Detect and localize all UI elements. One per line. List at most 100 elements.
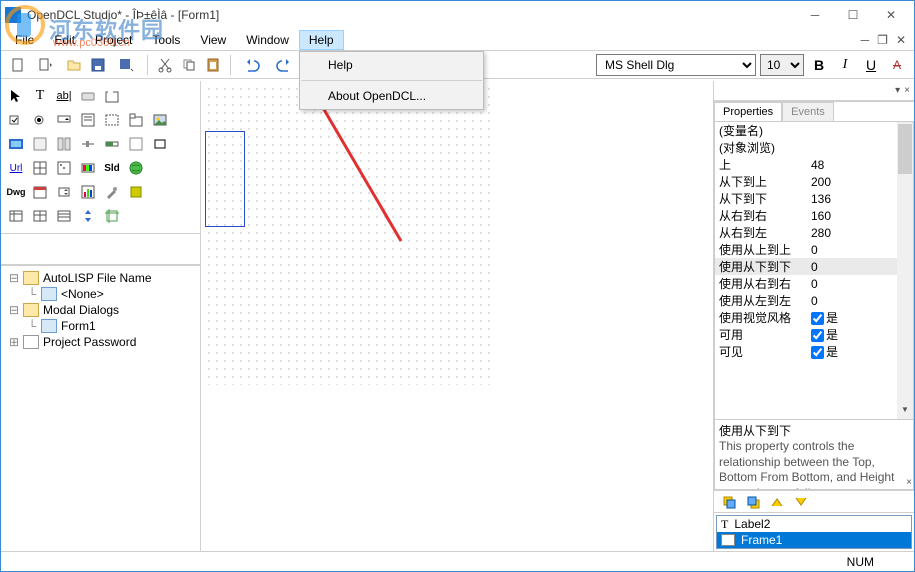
window-title: OpenDCL Studio* - ÎÞ±êÌâ - [Form1] [27,8,796,22]
pointer-tool[interactable] [5,85,27,107]
tab-tool[interactable] [125,109,147,131]
slide-tool[interactable]: Sld [101,157,123,179]
table2-tool[interactable] [29,205,51,227]
groupbox-tool[interactable] [101,85,123,107]
slider-tool[interactable] [77,133,99,155]
send-back-icon[interactable] [742,491,764,513]
menu-window[interactable]: Window [236,30,299,50]
tree-modal-dialogs[interactable]: ⊟Modal Dialogs [5,302,196,318]
new-dropdown[interactable] [31,54,61,76]
menu-view[interactable]: View [190,30,236,50]
frame-tool[interactable] [101,109,123,131]
help-dropdown-menu: Help About OpenDCL... [299,51,484,110]
paste-button[interactable] [202,54,224,76]
minimize-button[interactable]: ─ [796,4,834,26]
underline-button[interactable]: U [860,54,882,76]
table1-tool[interactable] [5,205,27,227]
progress-tool[interactable] [101,133,123,155]
font-size-select[interactable]: 10 [760,54,804,76]
button-tool[interactable] [77,85,99,107]
menu-project[interactable]: Project [85,30,142,50]
image-tool[interactable] [149,109,171,131]
crop-tool[interactable] [101,205,123,227]
dwg-tool[interactable]: Dwg [5,181,27,203]
font-family-select[interactable]: MS Shell Dlg [596,54,756,76]
mdi-minimize-icon[interactable]: ─ [861,33,870,47]
picture-tool[interactable] [5,133,27,155]
tree-autolisp[interactable]: ⊟AutoLISP File Name [5,270,196,286]
property-help: 使用从下到下 This property controls the relati… [714,420,914,490]
mdi-close-icon[interactable]: ✕ [896,33,906,47]
menu-help[interactable]: Help [299,30,344,50]
menu-edit[interactable]: Edit [44,30,85,50]
move-down-icon[interactable] [790,491,812,513]
splitter-tool[interactable] [53,133,75,155]
close-button[interactable]: ✕ [872,4,910,26]
titlebar: OpenDCL Studio* - ÎÞ±êÌâ - [Form1] ─ ☐ ✕ [1,1,914,29]
zorder-frame1[interactable]: Frame1 [717,532,911,548]
status-num: NUM [847,555,874,569]
cut-button[interactable] [154,54,176,76]
tab-properties[interactable]: Properties [714,102,782,121]
globe-tool[interactable] [125,157,147,179]
redo-button[interactable] [269,54,299,76]
tab-events[interactable]: Events [782,102,834,121]
move-up-icon[interactable] [766,491,788,513]
tree-autolisp-none[interactable]: └<None> [5,286,196,302]
form-design-surface[interactable] [205,85,495,385]
tools-tool[interactable] [101,181,123,203]
open-button[interactable] [63,54,85,76]
panel-tool[interactable] [29,133,51,155]
label-tool[interactable]: T [29,85,51,107]
bold-button[interactable]: B [808,54,830,76]
combo-tool[interactable] [53,109,75,131]
tree-project-password[interactable]: ⊞Project Password [5,334,196,350]
pin-icon[interactable]: ▾ [895,85,900,96]
new-button[interactable] [7,54,29,76]
toolbox-panel: T ab| [1,81,200,234]
textbox-tool[interactable]: ab| [53,85,75,107]
checkbox-tool[interactable] [5,109,27,131]
project-tree-panel: ⊟AutoLISP File Name └<None> ⊟Modal Dialo… [1,264,200,551]
help-menu-about[interactable]: About OpenDCL... [300,83,483,109]
grid-tool[interactable] [29,157,51,179]
updown-tool[interactable] [77,205,99,227]
menu-file[interactable]: File [5,30,44,50]
menu-tools[interactable]: Tools [142,30,190,50]
properties-scrollbar[interactable]: ▲▼ [897,122,913,419]
zorder-label2[interactable]: TLabel2 [717,516,911,532]
block-tool[interactable] [125,181,147,203]
menubar: File Edit Project Tools View Window Help… [1,29,914,51]
table3-tool[interactable] [53,205,75,227]
mdi-restore-icon[interactable]: ❐ [877,33,888,47]
calendar-tool[interactable] [29,181,51,203]
radio-tool[interactable] [29,109,51,131]
properties-grid[interactable]: (变量名) (对象浏览) 上48 从下到上200 从下到下136 从右到右160… [714,121,914,420]
copy-button[interactable] [178,54,200,76]
rect-tool[interactable] [149,133,171,155]
maximize-button[interactable]: ☐ [834,4,872,26]
chart-tool[interactable] [77,181,99,203]
panel-close-icon[interactable]: × [904,85,910,96]
help-menu-help[interactable]: Help [300,52,483,78]
frame-control[interactable] [205,131,245,227]
tree-tool[interactable] [53,157,75,179]
bring-front-icon[interactable] [718,491,740,513]
visible-checkbox[interactable] [811,346,824,359]
link-tool[interactable]: Url [5,157,27,179]
container-tool[interactable] [125,133,147,155]
italic-button[interactable]: I [834,54,856,76]
visual-style-checkbox[interactable] [811,312,824,325]
app-icon [5,7,21,23]
statusbar: NUM [1,551,914,571]
color-tool[interactable] [77,157,99,179]
tree-form1[interactable]: └Form1 [5,318,196,334]
undo-button[interactable] [237,54,267,76]
strike-button[interactable]: A [886,54,908,76]
enabled-checkbox[interactable] [811,329,824,342]
list-tool[interactable] [77,109,99,131]
save-button[interactable] [87,54,109,76]
zorder-list[interactable]: TLabel2 Frame1 [716,515,912,549]
save-dropdown[interactable] [111,54,141,76]
spin-tool[interactable] [53,181,75,203]
